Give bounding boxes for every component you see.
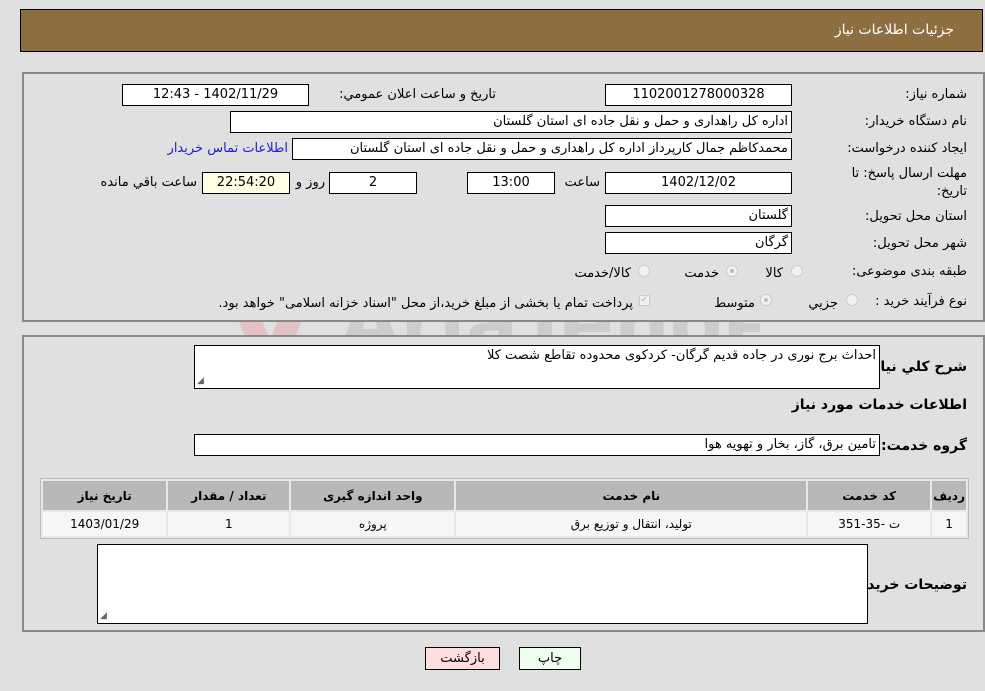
resize-grip-icon[interactable]: ◢: [100, 611, 107, 621]
creator-field[interactable]: محمدکاظم جمال کارپرداز اداره کل راهداری …: [292, 138, 792, 160]
days-label: روز و: [295, 175, 325, 190]
buyer-notes-textarea[interactable]: ◢: [97, 544, 868, 624]
category-option-service: خدمت: [684, 266, 719, 281]
process-radio-minor[interactable]: [846, 294, 858, 306]
table-header-row: رديف كد خدمت نام خدمت واحد اندازه گيری ت…: [43, 481, 966, 510]
payment-checkbox[interactable]: ✓: [639, 295, 650, 306]
deadline-label: مهلت ارسال پاسخ: تا: [851, 166, 967, 181]
category-option-goods-service: کالا/خدمت: [574, 266, 631, 281]
col-row-number: رديف: [932, 481, 966, 510]
col-service-code: كد خدمت: [808, 481, 931, 510]
cell-quantity: 1: [168, 512, 290, 536]
province-field[interactable]: گلستان: [605, 205, 792, 227]
announce-field[interactable]: 1402/11/29 - 12:43: [122, 84, 309, 106]
description-text: احداث برج نوری در جاده قدیم گرگان- کردکو…: [486, 348, 876, 363]
process-radio-medium[interactable]: [760, 294, 772, 306]
cell-service-code: ت -35-351: [808, 512, 931, 536]
buyer-org-field[interactable]: اداره کل راهداری و حمل و نقل جاده ای است…: [230, 111, 792, 133]
category-option-goods: کالا: [765, 266, 783, 281]
page-header: جزئیات اطلاعات نیاز: [20, 9, 983, 52]
cell-service-name: تولید، انتقال و توزیع برق: [456, 512, 807, 536]
need-details-panel: شرح كلي نياز: احداث برج نوری در جاده قدی…: [22, 335, 985, 632]
need-number-label: شماره نیاز:: [905, 87, 967, 102]
process-label: نوع فرآيند خريد :: [875, 294, 967, 309]
col-need-date: تاريخ نياز: [43, 481, 167, 510]
cell-row-number: 1: [932, 512, 966, 536]
category-radio-service[interactable]: [726, 265, 738, 277]
services-table: رديف كد خدمت نام خدمت واحد اندازه گيری ت…: [40, 478, 969, 539]
process-option-minor: جزيي: [808, 296, 838, 311]
province-label: استان محل تحويل:: [865, 209, 967, 224]
page-title: جزئیات اطلاعات نیاز: [834, 22, 954, 38]
service-group-label: گروه خدمت:: [881, 438, 967, 454]
category-label: طبقه بندی موضوعی:: [851, 264, 967, 279]
city-field[interactable]: گرگان: [605, 232, 792, 254]
city-label: شهر محل تحويل:: [872, 236, 967, 251]
buyer-contact-link[interactable]: اطلاعات تماس خريدار: [168, 141, 288, 156]
process-option-medium: متوسط: [714, 296, 755, 311]
cell-unit: پروژه: [291, 512, 455, 536]
resize-grip-icon[interactable]: ◢: [197, 376, 204, 386]
col-quantity: تعداد / مقدار: [168, 481, 290, 510]
remaining-time-field: 22:54:20: [202, 172, 290, 194]
category-radio-goods-service[interactable]: [638, 265, 650, 277]
col-service-name: نام خدمت: [456, 481, 807, 510]
deadline-time-label: ساعت: [564, 175, 600, 190]
print-button[interactable]: چاپ: [519, 647, 581, 670]
description-textarea[interactable]: احداث برج نوری در جاده قدیم گرگان- کردکو…: [194, 345, 880, 389]
deadline-label-2: تاریخ:: [936, 184, 967, 199]
col-unit: واحد اندازه گيری: [291, 481, 455, 510]
announce-label: تاريخ و ساعت اعلان عمومي:: [339, 87, 496, 102]
cell-need-date: 1403/01/29: [43, 512, 167, 536]
buyer-org-label: نام دستگاه خريدار:: [864, 114, 967, 129]
days-field[interactable]: 2: [329, 172, 417, 194]
need-info-panel: شماره نیاز: 1102001278000328 تاريخ و ساع…: [22, 72, 985, 322]
creator-label: ايجاد کننده درخواست:: [847, 141, 967, 156]
remaining-label: ساعت باقي مانده: [100, 175, 197, 190]
description-label: شرح كلي نياز:: [866, 359, 967, 375]
category-radio-goods[interactable]: [791, 265, 803, 277]
need-number-field[interactable]: 1102001278000328: [605, 84, 792, 106]
payment-note: پرداخت تمام يا بخشی از مبلغ خريد،از محل …: [218, 296, 633, 311]
deadline-date-field[interactable]: 1402/12/02: [605, 172, 792, 194]
services-title: اطلاعات خدمات مورد نياز: [791, 397, 967, 413]
back-button[interactable]: بازگشت: [425, 647, 500, 670]
deadline-time-field[interactable]: 13:00: [467, 172, 555, 194]
service-group-field[interactable]: تامین برق، گاز، بخار و تهویه هوا: [194, 434, 880, 456]
table-row: 1 ت -35-351 تولید، انتقال و توزیع برق پر…: [43, 512, 966, 536]
